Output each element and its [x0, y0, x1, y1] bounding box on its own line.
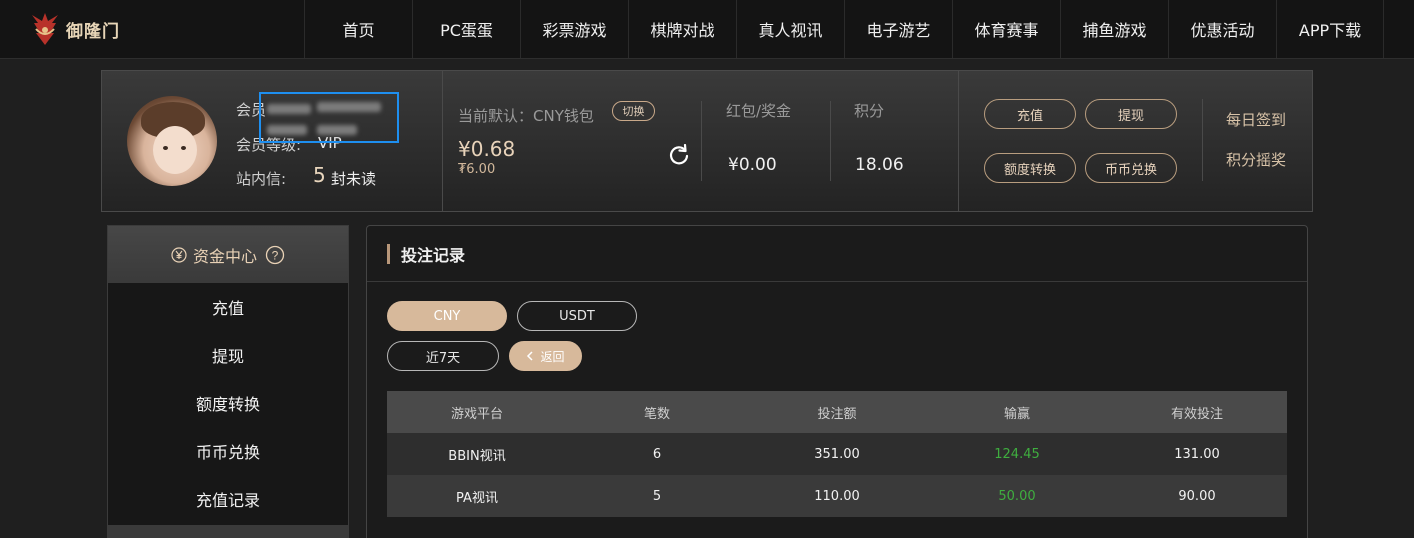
col-amount: 投注额 [747, 391, 927, 433]
points-label: 积分 [854, 102, 885, 120]
sidebar-item-next[interactable] [108, 525, 348, 538]
sidebar-item-deposit[interactable]: 充值 [108, 283, 348, 331]
chevron-left-icon [527, 351, 534, 361]
sidebar-header: 资金中心 ? [108, 226, 348, 283]
cell-winloss: 50.00 [927, 475, 1107, 517]
cell-valid-bet: 90.00 [1107, 475, 1287, 517]
nav-fishing[interactable]: 捕鱼游戏 [1060, 0, 1168, 58]
svg-text:?: ? [272, 248, 279, 262]
exchange-button[interactable]: 币币兑换 [1085, 153, 1177, 183]
table-row: PA视讯 5 110.00 50.00 90.00 [387, 475, 1287, 517]
top-nav-bar: 御隆门 首页 PC蛋蛋 彩票游戏 棋牌对战 真人视讯 电子游艺 体育赛事 捕鱼游… [0, 0, 1414, 59]
nav-lottery[interactable]: 彩票游戏 [520, 0, 628, 58]
mail-unread-text[interactable]: 封未读 [331, 168, 376, 189]
col-count: 笔数 [567, 391, 747, 433]
divider [367, 281, 1307, 282]
cell-amount: 351.00 [747, 433, 927, 475]
deposit-button[interactable]: 充值 [984, 99, 1076, 129]
site-logo[interactable]: 御隆门 [26, 8, 126, 50]
cell-amount: 110.00 [747, 475, 927, 517]
cell-platform: BBIN视讯 [387, 433, 567, 475]
wallet-label: 当前默认：CNY钱包 [458, 107, 594, 125]
withdraw-button[interactable]: 提现 [1085, 99, 1177, 129]
nav-chess-cards[interactable]: 棋牌对战 [628, 0, 736, 58]
divider [830, 101, 831, 181]
points-value: 18.06 [855, 155, 904, 175]
sidebar-item-withdraw[interactable]: 提现 [108, 331, 348, 379]
cell-platform: PA视讯 [387, 475, 567, 517]
redacted-member-info [259, 92, 399, 143]
cell-count: 6 [567, 433, 747, 475]
nav-home[interactable]: 首页 [304, 0, 412, 58]
mail-count[interactable]: 5 [313, 163, 326, 187]
bonus-label: 红包/奖金 [726, 102, 792, 120]
nav-live-casino[interactable]: 真人视讯 [736, 0, 844, 58]
cell-count: 5 [567, 475, 747, 517]
divider [442, 71, 443, 211]
divider [1202, 99, 1203, 181]
date-range-select[interactable]: 近7天 [387, 341, 499, 371]
cell-winloss: 124.45 [927, 433, 1107, 475]
back-button-label: 返回 [540, 349, 565, 364]
sidebar: 资金中心 ? 充值 提现 额度转换 币币兑换 充值记录 [107, 225, 349, 538]
wallet-balance-sub: ₮6.00 [458, 162, 496, 177]
sidebar-item-exchange[interactable]: 币币兑换 [108, 427, 348, 475]
daily-checkin-link[interactable]: 每日签到 [1226, 109, 1286, 130]
refresh-icon[interactable] [668, 144, 690, 166]
cell-valid-bet: 131.00 [1107, 433, 1287, 475]
tab-usdt[interactable]: USDT [517, 301, 637, 331]
bonus-value: ¥0.00 [728, 155, 777, 175]
sidebar-item-transfer[interactable]: 额度转换 [108, 379, 348, 427]
nav-promotions[interactable]: 优惠活动 [1168, 0, 1276, 58]
avatar [127, 96, 217, 186]
title-accent-bar [387, 244, 390, 264]
help-icon[interactable]: ? [265, 245, 285, 265]
tab-cny[interactable]: CNY [387, 301, 507, 331]
page-title: 投注记录 [387, 243, 465, 265]
bet-records-panel: 投注记录 CNY USDT 近7天 返回 游戏平台 笔数 投注额 输赢 有效投注… [366, 225, 1308, 538]
divider [701, 101, 702, 181]
page-title-text: 投注记录 [401, 246, 466, 265]
nav-app-download[interactable]: APP下载 [1276, 0, 1384, 58]
table-header-row: 游戏平台 笔数 投注额 输赢 有效投注 [387, 391, 1287, 433]
switch-wallet-button[interactable]: 切换 [612, 101, 655, 121]
nav-sports[interactable]: 体育赛事 [952, 0, 1060, 58]
bet-records-table: 游戏平台 笔数 投注额 输赢 有效投注 BBIN视讯 6 351.00 124.… [387, 391, 1287, 517]
col-valid-bet: 有效投注 [1107, 391, 1287, 433]
back-button[interactable]: 返回 [509, 341, 582, 371]
mail-label: 站内信: [236, 170, 287, 188]
wallet-balance: ¥0.68 [458, 137, 516, 161]
points-lottery-link[interactable]: 积分摇奖 [1226, 149, 1286, 170]
transfer-button[interactable]: 额度转换 [984, 153, 1076, 183]
main-nav: 首页 PC蛋蛋 彩票游戏 棋牌对战 真人视讯 电子游艺 体育赛事 捕鱼游戏 优惠… [304, 0, 1384, 58]
sidebar-title: 资金中心 [192, 246, 257, 266]
table-row: BBIN视讯 6 351.00 124.45 131.00 [387, 433, 1287, 475]
col-platform: 游戏平台 [387, 391, 567, 433]
logo-icon [32, 13, 58, 45]
sidebar-item-deposit-records[interactable]: 充值记录 [108, 475, 348, 523]
col-winloss: 输赢 [927, 391, 1107, 433]
logo-text: 御隆门 [66, 21, 120, 42]
nav-slots[interactable]: 电子游艺 [844, 0, 952, 58]
divider [958, 71, 959, 211]
yen-coin-icon [171, 246, 187, 263]
nav-pc-dandan[interactable]: PC蛋蛋 [412, 0, 520, 58]
